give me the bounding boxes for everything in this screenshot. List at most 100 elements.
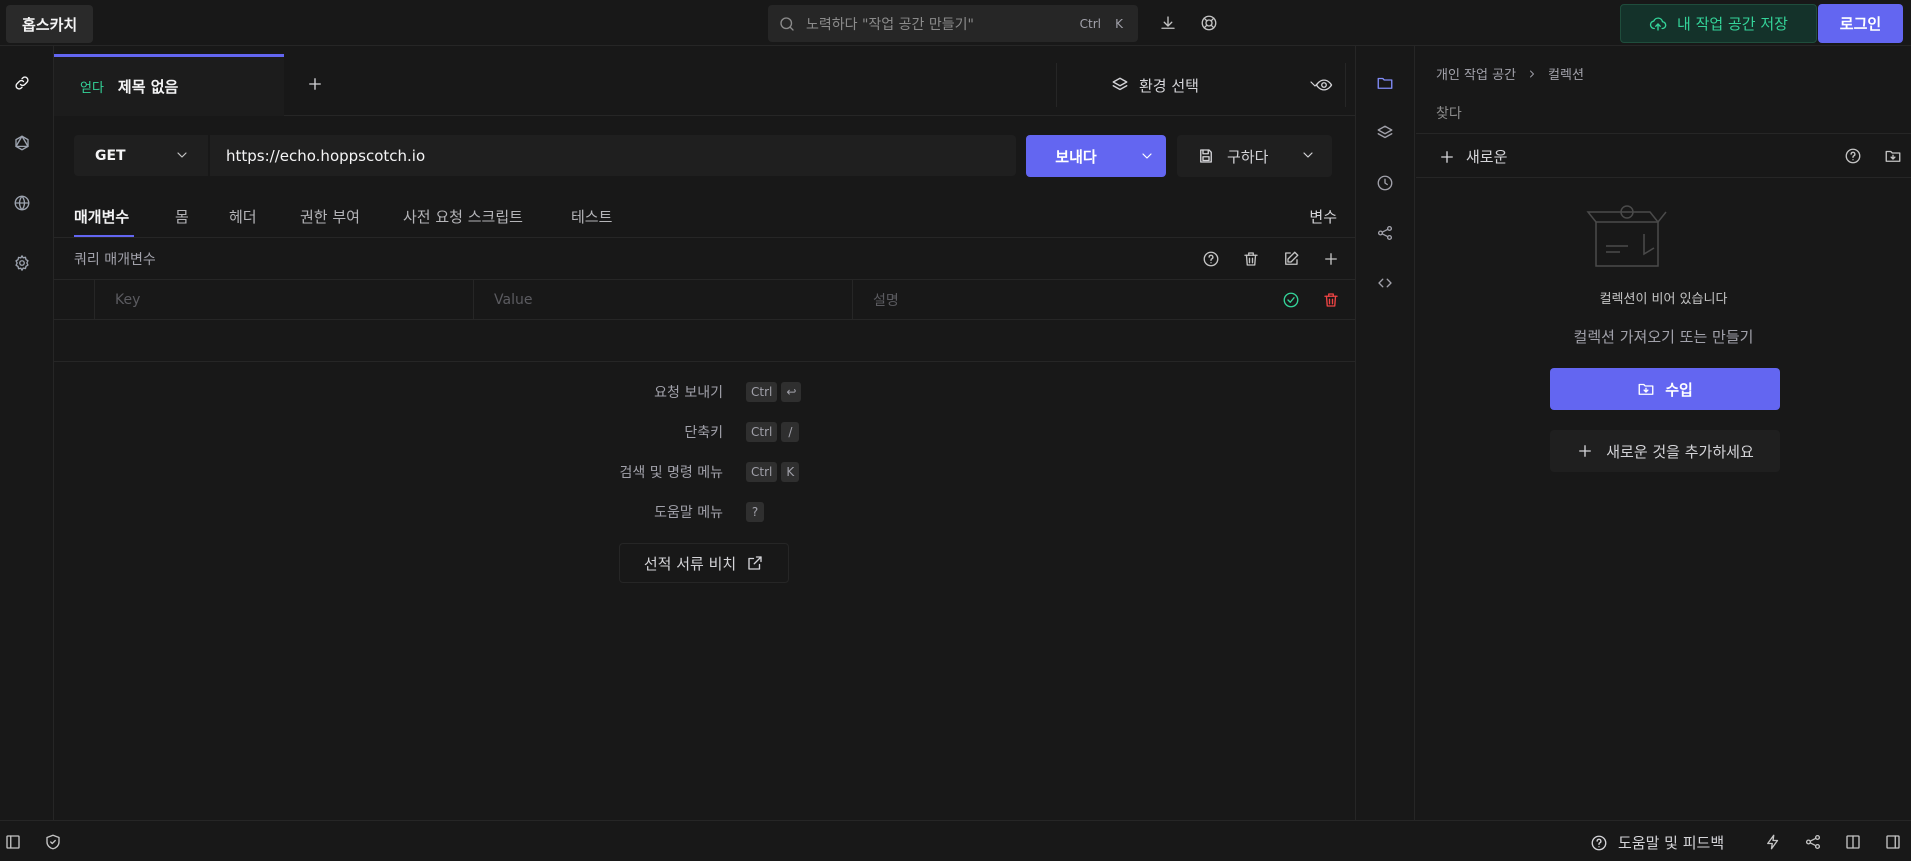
sidebar-toggle-icon[interactable] bbox=[4, 833, 22, 851]
save-workspace-button[interactable]: 내 작업 공간 저장 bbox=[1620, 4, 1817, 43]
right-nav-rail bbox=[1355, 46, 1415, 820]
breadcrumb-workspace[interactable]: 개인 작업 공간 bbox=[1436, 64, 1516, 83]
kbd-ctrl: Ctrl bbox=[746, 382, 778, 402]
gear-icon[interactable] bbox=[13, 254, 31, 272]
check-circle-icon[interactable] bbox=[1282, 291, 1300, 309]
graphql-icon[interactable] bbox=[13, 134, 31, 152]
new-collection-button[interactable]: 새로운 bbox=[1438, 146, 1507, 167]
eye-icon[interactable] bbox=[1315, 76, 1333, 94]
new-collection-label: 새로운 bbox=[1466, 148, 1508, 166]
help-icon[interactable] bbox=[1844, 147, 1862, 165]
table-row: Key Value 설명 bbox=[54, 280, 1355, 320]
request-subtabs: 매개변수 몸 헤더 권한 부여 사전 요청 스크립트 테스트 변수 bbox=[54, 196, 1355, 238]
rest-link-icon[interactable] bbox=[13, 74, 31, 92]
chevron-right-icon bbox=[1530, 70, 1534, 77]
save-request-label: 구하다 bbox=[1227, 147, 1269, 166]
send-label: 보내다 bbox=[1055, 147, 1097, 166]
lightning-icon[interactable] bbox=[1764, 833, 1782, 851]
kbd-ctrl: Ctrl bbox=[746, 462, 778, 482]
request-tab[interactable]: 얻다 제목 없음 bbox=[54, 54, 284, 116]
shortcut-keys-send-request: Ctrl ↩ bbox=[742, 382, 802, 402]
documentation-button[interactable]: 선적 서류 비치 bbox=[619, 543, 789, 583]
empty-collections-title: 컬렉션이 비어 있습니다 bbox=[1599, 292, 1728, 307]
divider bbox=[54, 361, 1355, 362]
shortcut-label-shortcuts: 단축키 bbox=[684, 425, 723, 441]
shortcut-keys-search-command: Ctrl K bbox=[742, 462, 800, 482]
clock-history-icon[interactable] bbox=[1376, 174, 1394, 192]
tab-pre-request-script[interactable]: 사전 요청 스크립트 bbox=[403, 206, 523, 227]
environment-select[interactable]: 환경 선택 bbox=[1056, 63, 1346, 107]
split-layout-icon[interactable] bbox=[1844, 833, 1862, 851]
query-params-title: 쿼리 매개변수 bbox=[74, 252, 156, 268]
delete-trash-icon[interactable] bbox=[1322, 291, 1340, 309]
shield-check-icon[interactable] bbox=[44, 833, 62, 851]
import-button[interactable]: 수입 bbox=[1550, 368, 1780, 410]
external-link-icon bbox=[748, 556, 762, 570]
breadcrumb-collections: 컬렉션 bbox=[1548, 68, 1584, 83]
request-tab-method: 얻다 bbox=[80, 81, 104, 96]
trash-icon[interactable] bbox=[1242, 250, 1260, 268]
search-placeholder: 노력하다 "작업 공간 만들기" bbox=[806, 16, 974, 33]
folder-import-icon[interactable] bbox=[1884, 147, 1902, 165]
request-tab-bar: 얻다 제목 없음 환경 선택 bbox=[54, 54, 1355, 116]
kbd-k: K bbox=[781, 462, 800, 482]
send-button[interactable]: 보내다 bbox=[1026, 135, 1166, 177]
support-icon[interactable] bbox=[1200, 14, 1218, 32]
add-tab-plus-icon[interactable] bbox=[306, 75, 324, 93]
collections-toolbar: 새로운 bbox=[1416, 134, 1911, 178]
tab-headers[interactable]: 헤더 bbox=[229, 206, 257, 227]
param-description-placeholder: 설명 bbox=[873, 293, 899, 309]
param-description-cell[interactable]: 설명 bbox=[852, 280, 1267, 320]
help-icon[interactable] bbox=[1202, 250, 1220, 268]
documentation-label: 선적 서류 비치 bbox=[643, 554, 737, 573]
environment-label: 환경 선택 bbox=[1139, 76, 1199, 95]
plus-icon bbox=[1579, 445, 1592, 457]
param-key-placeholder: Key bbox=[115, 292, 141, 308]
right-sidebar-toggle-icon[interactable] bbox=[1884, 833, 1902, 851]
help-feedback-button[interactable]: 도움말 및 피드백 bbox=[1590, 832, 1724, 853]
tab-parameters[interactable]: 매개변수 bbox=[74, 206, 129, 227]
app-home-button[interactable]: 홉스카치 bbox=[6, 5, 94, 43]
save-workspace-label: 내 작업 공간 저장 bbox=[1677, 15, 1788, 33]
save-request-button[interactable]: 구하다 bbox=[1177, 135, 1332, 177]
left-nav-rail bbox=[0, 46, 54, 820]
param-value-cell[interactable]: Value bbox=[473, 280, 853, 320]
method-select[interactable]: GET bbox=[74, 135, 208, 176]
login-button[interactable]: 로그인 bbox=[1818, 4, 1903, 43]
share-icon[interactable] bbox=[1376, 224, 1394, 242]
url-input[interactable] bbox=[210, 135, 1016, 176]
send-options-chevron-down-icon[interactable] bbox=[1128, 135, 1166, 177]
search-icon bbox=[780, 16, 794, 31]
download-icon[interactable] bbox=[1159, 14, 1177, 32]
tab-authorization[interactable]: 권한 부여 bbox=[300, 206, 360, 227]
method-value: GET bbox=[95, 147, 126, 164]
request-tab-title: 제목 없음 bbox=[117, 78, 179, 96]
top-header: 홉스카치 노력하다 "작업 공간 만들기" Ctrl K 내 작업 공간 저장 … bbox=[0, 0, 1911, 46]
tab-tests[interactable]: 테스트 bbox=[571, 206, 612, 227]
layers-icon[interactable] bbox=[1376, 124, 1394, 142]
chevron-down-icon bbox=[177, 152, 187, 158]
code-icon[interactable] bbox=[1376, 274, 1394, 292]
tab-body[interactable]: 몸 bbox=[175, 206, 189, 227]
shortcut-keys-help-menu: ? bbox=[742, 502, 764, 522]
share-icon[interactable] bbox=[1804, 833, 1822, 851]
search-box[interactable]: 노력하다 "작업 공간 만들기" Ctrl K bbox=[768, 5, 1138, 42]
folder-icon[interactable] bbox=[1376, 74, 1394, 92]
edit-icon[interactable] bbox=[1282, 250, 1300, 268]
add-plus-icon[interactable] bbox=[1322, 250, 1340, 268]
shortcut-label-help-menu: 도움말 메뉴 bbox=[654, 505, 723, 521]
variables-link[interactable]: 변수 bbox=[1309, 206, 1337, 227]
kbd-enter: ↩ bbox=[781, 382, 802, 402]
plus-icon bbox=[1441, 150, 1453, 163]
search-kbd-ctrl: Ctrl bbox=[1079, 16, 1101, 31]
import-label: 수입 bbox=[1665, 380, 1693, 399]
chevron-down-icon bbox=[1303, 152, 1313, 158]
param-key-cell[interactable]: Key bbox=[94, 280, 474, 320]
globe-icon[interactable] bbox=[13, 194, 31, 212]
shortcut-label-search-command: 검색 및 명령 메뉴 bbox=[619, 465, 723, 481]
add-new-button[interactable]: 새로운 것을 추가하세요 bbox=[1550, 430, 1780, 472]
help-feedback-label: 도움말 및 피드백 bbox=[1618, 834, 1725, 852]
empty-box-illustration-icon bbox=[1586, 204, 1668, 270]
floppy-save-icon bbox=[1200, 149, 1212, 163]
collections-search[interactable]: 찾다 bbox=[1416, 92, 1911, 134]
